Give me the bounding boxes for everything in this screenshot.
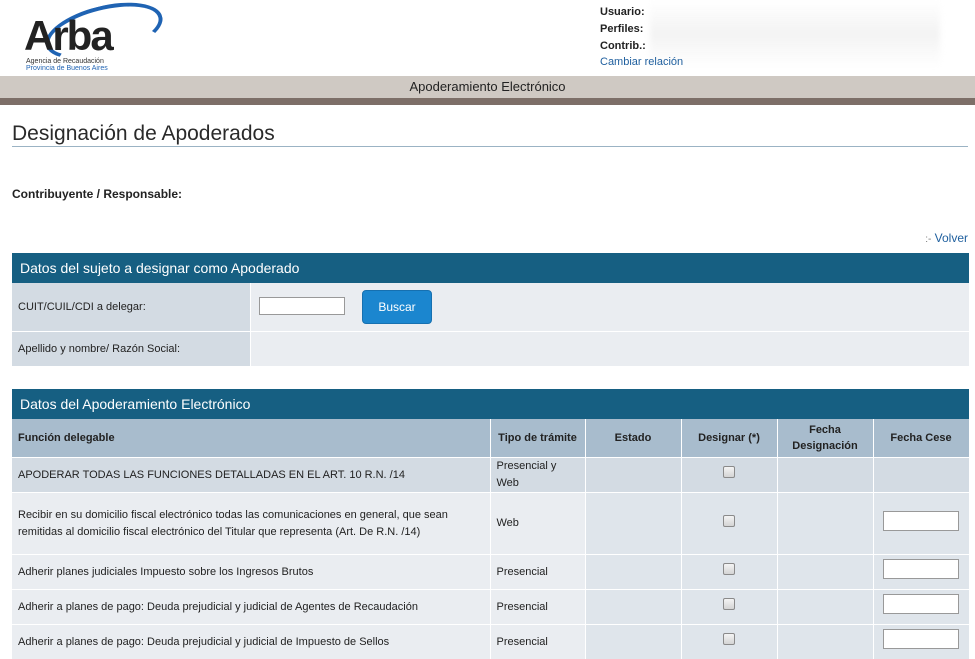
tipo-cell: Presencial: [490, 555, 585, 590]
funcion-cell: Adherir a planes de pago: Deuda prejudic…: [12, 625, 490, 659]
header-estado: Estado: [585, 419, 681, 458]
sujeto-panel-title: Datos del sujeto a designar como Apodera…: [12, 253, 969, 283]
title-divider: [12, 146, 968, 147]
logo-word: Arba: [24, 12, 112, 60]
designar-checkbox[interactable]: [723, 563, 735, 575]
buscar-button[interactable]: Buscar: [362, 290, 432, 324]
apoderamiento-panel-title: Datos del Apoderamiento Electrónico: [12, 389, 969, 419]
designar-cell: [681, 590, 777, 625]
redacted-area: [650, 0, 940, 68]
header-designar: Designar (*): [681, 419, 777, 458]
table-row: APODERAR TODAS LAS FUNCIONES DETALLADAS …: [12, 458, 969, 493]
logo-subtitle-1: Agencia de Recaudación: [26, 58, 104, 65]
estado-cell: [585, 555, 681, 590]
estado-cell: [585, 493, 681, 555]
header-fecha-designacion: Fecha Designación: [777, 419, 873, 458]
designar-checkbox[interactable]: [723, 515, 735, 527]
fecha-designacion-cell: [777, 555, 873, 590]
fecha-cese-cell: [873, 493, 969, 555]
nombre-label: Apellido y nombre/ Razón Social:: [12, 332, 250, 366]
fecha-cese-input[interactable]: [883, 629, 959, 649]
designar-cell: [681, 493, 777, 555]
fecha-designacion-cell: [777, 493, 873, 555]
funcion-cell: APODERAR TODAS LAS FUNCIONES DETALLADAS …: [12, 458, 490, 493]
table-row: Recibir en su domicilio fiscal electróni…: [12, 493, 969, 555]
fecha-cese-cell: [873, 458, 969, 493]
estado-cell: [585, 625, 681, 659]
designar-checkbox[interactable]: [723, 466, 735, 478]
table-row: Adherir a planes de pago: Deuda prejudic…: [12, 590, 969, 625]
title-bar-divider: [0, 98, 975, 105]
contribuyente-label: Contribuyente / Responsable:: [12, 187, 182, 201]
designar-cell: [681, 625, 777, 659]
arba-logo: Arba Agencia de Recaudación Provincia de…: [22, 4, 142, 72]
user-info: Usuario: Perfiles: Contrib.: Cambiar rel…: [600, 4, 683, 69]
section-title-bar: Apoderamiento Electrónico: [0, 76, 975, 98]
contrib-label: Contrib.:: [600, 38, 683, 55]
sujeto-panel: Datos del sujeto a designar como Apodera…: [12, 253, 969, 366]
fecha-cese-input[interactable]: [883, 594, 959, 614]
funciones-table: Función delegable Tipo de trámite Estado…: [12, 419, 970, 659]
tipo-cell: Presencial y Web: [490, 458, 585, 493]
cuit-value-cell: Buscar: [251, 283, 969, 331]
usuario-label: Usuario:: [600, 4, 683, 21]
fecha-cese-cell: [873, 590, 969, 625]
volver-prefix: :-: [925, 234, 931, 245]
volver-link[interactable]: :- Volver: [925, 231, 968, 245]
designar-checkbox[interactable]: [723, 598, 735, 610]
estado-cell: [585, 590, 681, 625]
tipo-cell: Presencial: [490, 590, 585, 625]
app-header: Arba Agencia de Recaudación Provincia de…: [0, 0, 975, 76]
table-row: Adherir a planes de pago: Deuda prejudic…: [12, 625, 969, 659]
designar-checkbox[interactable]: [723, 633, 735, 645]
fecha-cese-input[interactable]: [883, 511, 959, 531]
header-tipo: Tipo de trámite: [490, 419, 585, 458]
designar-cell: [681, 458, 777, 493]
estado-cell: [585, 458, 681, 493]
cambiar-relacion-link[interactable]: Cambiar relación: [600, 55, 683, 69]
funcion-cell: Adherir a planes de pago: Deuda prejudic…: [12, 590, 490, 625]
page-title: Designación de Apoderados: [12, 122, 275, 146]
nombre-row: Apellido y nombre/ Razón Social:: [12, 332, 969, 366]
header-fecha-cese: Fecha Cese: [873, 419, 969, 458]
fecha-designacion-cell: [777, 625, 873, 659]
fecha-designacion-cell: [777, 458, 873, 493]
designar-cell: [681, 555, 777, 590]
nombre-value: [251, 332, 969, 366]
fecha-cese-cell: [873, 625, 969, 659]
funcion-cell: Adherir planes judiciales Impuesto sobre…: [12, 555, 490, 590]
cuit-input[interactable]: [259, 297, 345, 315]
fecha-cese-input[interactable]: [883, 559, 959, 579]
volver-text[interactable]: Volver: [935, 231, 968, 245]
cuit-row: CUIT/CUIL/CDI a delegar: Buscar: [12, 283, 969, 331]
logo-subtitle-2: Provincia de Buenos Aires: [26, 65, 108, 72]
table-row: Adherir planes judiciales Impuesto sobre…: [12, 555, 969, 590]
funcion-cell: Recibir en su domicilio fiscal electróni…: [12, 493, 490, 555]
header-funcion: Función delegable: [12, 419, 490, 458]
apoderamiento-panel: Datos del Apoderamiento Electrónico Func…: [12, 389, 969, 659]
tipo-cell: Presencial: [490, 625, 585, 659]
fecha-cese-cell: [873, 555, 969, 590]
fecha-designacion-cell: [777, 590, 873, 625]
tipo-cell: Web: [490, 493, 585, 555]
cuit-label: CUIT/CUIL/CDI a delegar:: [12, 283, 250, 331]
table-header-row: Función delegable Tipo de trámite Estado…: [12, 419, 969, 458]
perfiles-label: Perfiles:: [600, 21, 683, 38]
